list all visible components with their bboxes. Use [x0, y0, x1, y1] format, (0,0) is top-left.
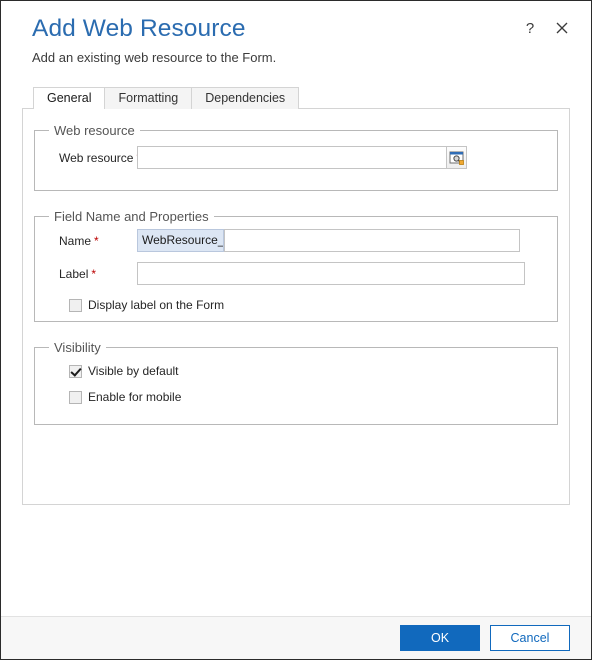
- visible-by-default-row[interactable]: Visible by default: [47, 361, 545, 381]
- display-label-checkbox[interactable]: [69, 298, 82, 312]
- label-label-text: Label: [59, 266, 89, 281]
- required-marker: *: [91, 266, 97, 281]
- tab-general[interactable]: General: [33, 87, 106, 110]
- visible-by-default-checkbox[interactable]: [69, 364, 82, 378]
- section-web-resource: Web resource Web resource*: [34, 123, 558, 191]
- tab-panel-general: Web resource Web resource*: [22, 108, 570, 505]
- header-actions: ?: [521, 19, 571, 37]
- dialog-footer: OK Cancel: [1, 616, 591, 659]
- name-row: Name * WebResource_: [47, 224, 545, 253]
- section-visibility-legend: Visibility: [54, 340, 101, 355]
- dialog-body: General Formatting Dependencies Web reso…: [1, 87, 591, 616]
- tab-dependencies[interactable]: Dependencies: [191, 87, 300, 109]
- label-label: Label *: [47, 267, 137, 281]
- display-label-checkbox-text[interactable]: Display label on the Form: [88, 298, 224, 312]
- web-resource-label-text: Web resource: [59, 150, 134, 165]
- enable-for-mobile-checkbox[interactable]: [69, 390, 82, 404]
- visibility-options: Visible by default Enable for mobile: [47, 355, 545, 407]
- enable-for-mobile-row[interactable]: Enable for mobile: [47, 387, 545, 407]
- section-web-resource-legend: Web resource: [54, 123, 135, 138]
- label-row: Label *: [47, 261, 545, 286]
- dialog-header: Add Web Resource Add an existing web res…: [1, 1, 591, 87]
- tab-formatting[interactable]: Formatting: [104, 87, 193, 109]
- visible-by-default-text[interactable]: Visible by default: [88, 364, 179, 378]
- lookup-browse-icon[interactable]: [446, 146, 467, 169]
- page-title: Add Web Resource: [32, 15, 246, 42]
- enable-for-mobile-text[interactable]: Enable for mobile: [88, 390, 181, 404]
- section-visibility: Visibility Visible by default Enable for…: [34, 340, 558, 425]
- name-prefix: WebResource_: [137, 229, 224, 252]
- label-input[interactable]: [137, 262, 525, 285]
- name-input[interactable]: [224, 229, 520, 252]
- add-web-resource-dialog: Add Web Resource Add an existing web res…: [0, 0, 592, 660]
- web-resource-row: Web resource*: [47, 138, 545, 170]
- tab-strip: General Formatting Dependencies: [33, 87, 570, 110]
- page-subtitle: Add an existing web resource to the Form…: [32, 50, 277, 65]
- ok-button[interactable]: OK: [400, 625, 480, 651]
- name-label-text: Name: [59, 233, 92, 248]
- section-field-name-properties: Field Name and Properties Name * WebResou…: [34, 209, 558, 322]
- cancel-button[interactable]: Cancel: [490, 625, 570, 651]
- web-resource-input[interactable]: [137, 146, 447, 169]
- name-label: Name *: [47, 234, 137, 248]
- web-resource-label: Web resource*: [47, 150, 141, 165]
- close-icon[interactable]: [553, 19, 571, 37]
- required-marker: *: [94, 233, 99, 248]
- help-icon[interactable]: ?: [521, 19, 539, 37]
- section-field-name-properties-legend: Field Name and Properties: [54, 209, 209, 224]
- display-label-checkbox-row[interactable]: Display label on the Form: [47, 295, 545, 315]
